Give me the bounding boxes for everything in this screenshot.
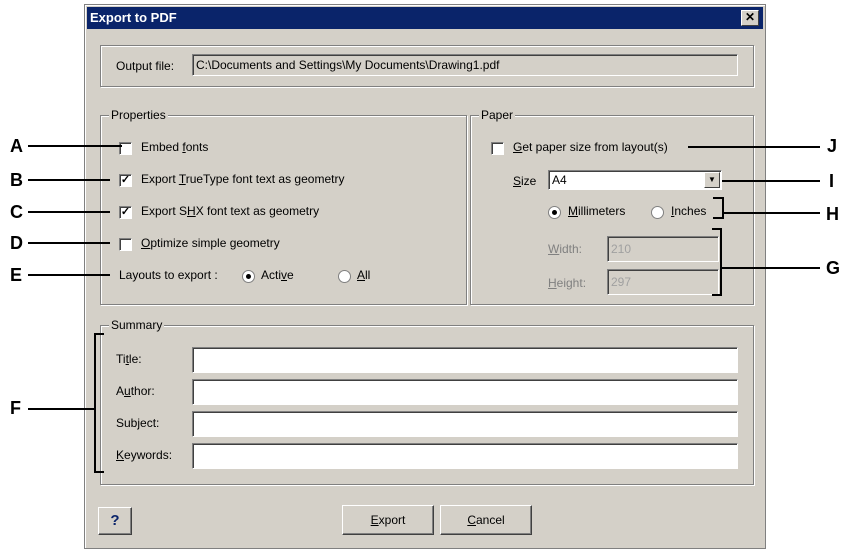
callout-f-bracket-bottom xyxy=(94,471,104,473)
chevron-down-icon[interactable]: ▼ xyxy=(704,172,720,188)
keywords-field[interactable] xyxy=(192,443,738,469)
properties-group: Properties Embed fonts ✓ Export TrueType… xyxy=(100,108,467,305)
output-group: Output file: C:\Documents and Settings\M… xyxy=(100,45,754,87)
embed-fonts-label[interactable]: Embed fonts xyxy=(141,140,208,154)
output-file-field[interactable]: C:\Documents and Settings\My Documents\D… xyxy=(192,54,738,76)
output-file-label: Output file: xyxy=(116,59,175,73)
callout-h-bracket-top xyxy=(713,197,723,199)
export-truetype-label[interactable]: Export TrueType font text as geometry xyxy=(141,172,344,186)
callout-f-line xyxy=(28,408,94,410)
callout-h: H xyxy=(826,204,839,224)
all-radio[interactable] xyxy=(338,270,351,283)
callout-a-line xyxy=(28,145,122,147)
author-label: Author: xyxy=(116,384,155,398)
callout-j: J xyxy=(827,136,838,156)
layouts-to-export-label: Layouts to export : xyxy=(119,268,218,282)
callout-h-bracket-bottom xyxy=(713,217,723,219)
optimize-geometry-label[interactable]: Optimize simple geometry xyxy=(141,236,280,250)
callout-g-line xyxy=(720,267,820,269)
callout-i-line xyxy=(722,180,820,182)
subject-field[interactable] xyxy=(192,411,738,437)
callout-a: A xyxy=(10,136,23,156)
export-shx-label[interactable]: Export SHX font text as geometry xyxy=(141,204,319,218)
callout-c: C xyxy=(10,202,23,222)
summary-label: Summary xyxy=(109,318,165,332)
callout-h-bracket xyxy=(722,197,724,219)
subject-label: Subject: xyxy=(116,416,160,430)
optimize-geometry-checkbox[interactable] xyxy=(119,238,132,251)
get-paper-size-checkbox[interactable] xyxy=(491,142,504,155)
callout-b-line xyxy=(28,179,110,181)
inches-label[interactable]: Inches xyxy=(671,204,706,218)
callout-f-bracket-top xyxy=(94,333,104,335)
keywords-label: Keywords: xyxy=(116,448,173,462)
width-label: Width: xyxy=(548,242,583,256)
title-label: Title: xyxy=(116,352,142,366)
active-radio-label[interactable]: Active xyxy=(261,268,294,282)
close-button[interactable]: ✕ xyxy=(741,10,759,26)
active-radio[interactable] xyxy=(242,270,255,283)
millimeters-radio[interactable] xyxy=(548,206,561,219)
title-field[interactable] xyxy=(192,347,738,373)
dialog-title: Export to PDF xyxy=(90,10,177,25)
export-pdf-dialog: Export to PDF ✕ Output file: C:\Document… xyxy=(84,4,766,549)
callout-c-line xyxy=(28,211,110,213)
callout-d-line xyxy=(28,242,110,244)
millimeters-label[interactable]: Millimeters xyxy=(568,204,625,218)
callout-g-bracket xyxy=(720,228,722,296)
paper-label: Paper xyxy=(479,108,516,122)
callout-e: E xyxy=(10,265,23,285)
size-value: A4 xyxy=(552,173,567,187)
height-label: Height: xyxy=(548,276,587,290)
callout-g-bracket-bottom xyxy=(712,294,722,296)
summary-group: Summary Title: Author: Subject: Keywords… xyxy=(100,318,754,485)
height-field[interactable]: 297 xyxy=(607,269,719,295)
callout-g: G xyxy=(826,258,841,278)
help-button[interactable]: ? xyxy=(98,507,132,535)
all-radio-label[interactable]: All xyxy=(357,268,370,282)
callout-g-bracket-top xyxy=(712,228,722,230)
callout-f-bracket xyxy=(94,333,96,473)
properties-label: Properties xyxy=(109,108,168,122)
callout-j-line xyxy=(688,146,820,148)
callout-b: B xyxy=(10,170,23,190)
callout-f: F xyxy=(10,398,21,418)
embed-fonts-checkbox[interactable] xyxy=(119,142,132,155)
width-field[interactable]: 210 xyxy=(607,236,719,262)
callout-e-line xyxy=(28,274,110,276)
title-bar: Export to PDF ✕ xyxy=(87,7,763,29)
callout-h-line xyxy=(722,212,820,214)
callout-d: D xyxy=(10,233,23,253)
paper-group: Paper Get paper size from layout(s) Size… xyxy=(470,108,754,305)
export-button[interactable]: Export xyxy=(342,505,434,535)
author-field[interactable] xyxy=(192,379,738,405)
size-combobox[interactable]: A4 ▼ xyxy=(548,170,722,190)
get-paper-size-label[interactable]: Get paper size from layout(s) xyxy=(513,140,668,154)
callout-i: I xyxy=(829,171,835,191)
cancel-button[interactable]: Cancel xyxy=(440,505,532,535)
size-label: Size xyxy=(513,174,537,188)
export-shx-checkbox[interactable]: ✓ xyxy=(119,206,132,219)
export-truetype-checkbox[interactable]: ✓ xyxy=(119,174,132,187)
inches-radio[interactable] xyxy=(651,206,664,219)
